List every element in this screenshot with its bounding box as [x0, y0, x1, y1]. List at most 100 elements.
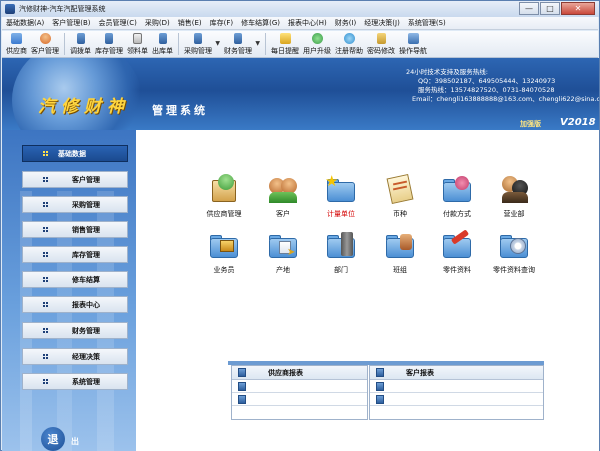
customer-shortcut[interactable]: 客户: [253, 174, 313, 226]
toolbar-outbound-button[interactable]: 出库单: [150, 31, 175, 57]
customer-report-panel: 客户报表: [369, 365, 544, 420]
report-icon: [376, 394, 384, 404]
toolbar-label: 调拨单: [70, 47, 91, 55]
salesman-folder-icon: [208, 230, 240, 260]
toolbar-transfer-button[interactable]: 调拨单: [68, 31, 93, 57]
bullet-icon: [43, 379, 48, 384]
parts-search-disc-icon: [498, 230, 530, 260]
origin-shortcut[interactable]: ➤ 产地: [253, 230, 313, 282]
parts-data-query-shortcut[interactable]: 零件资料查询: [484, 230, 544, 282]
sidebar-item-label: 基础数据: [58, 149, 86, 158]
close-button[interactable]: ✕: [561, 2, 595, 15]
unit-star-folder-icon: ★: [325, 172, 357, 204]
maximize-button[interactable]: □: [540, 2, 560, 15]
branch-office-shortcut[interactable]: 营业部: [484, 174, 544, 226]
chevron-down-icon[interactable]: ▼: [215, 40, 220, 47]
shortcut-label: 零件资料查询: [493, 266, 535, 274]
toolbar-customer-button[interactable]: 客户管理: [29, 31, 61, 57]
toolbar-inventory-button[interactable]: 库存管理: [93, 31, 125, 57]
toolbar-label: 采购管理: [184, 47, 212, 55]
sidebar-item-finance[interactable]: 财务管理: [22, 322, 128, 339]
sidebar-item-label: 系统管理: [72, 377, 100, 386]
toolbar-finance-button[interactable]: 财务管理 ▼: [222, 31, 260, 57]
sidebar: 基础数据 客户管理 采购管理 销售管理 库存管理 修车结算 报表中心 财务管理: [2, 130, 136, 451]
sidebar-item-basic-data[interactable]: 基础数据: [22, 145, 128, 162]
report-row[interactable]: [232, 393, 367, 406]
toolbar-label: 操作导航: [399, 47, 427, 55]
sidebar-item-purchase[interactable]: 采购管理: [22, 196, 128, 213]
supplier-management-shortcut[interactable]: 供应商管理: [194, 174, 254, 226]
report-row[interactable]: [370, 393, 543, 406]
department-shortcut[interactable]: 部门: [311, 230, 371, 282]
sidebar-item-repair-settlement[interactable]: 修车结算: [22, 271, 128, 288]
shortcut-label: 业务员: [213, 266, 235, 274]
menu-manager-decision[interactable]: 经理决策(J): [360, 18, 404, 28]
customer-icon: [39, 33, 51, 44]
reminder-icon: [279, 33, 291, 44]
inventory-icon: [105, 33, 113, 44]
requisition-icon: [133, 33, 142, 44]
support-qq: QQ：398502187、649505444、13240973: [418, 77, 556, 85]
sidebar-item-label: 财务管理: [72, 326, 100, 335]
report-row[interactable]: [370, 380, 543, 393]
star-icon: ★: [325, 172, 339, 190]
report-icon: [376, 368, 384, 377]
support-contact: 24小时技术支持及服务热线: QQ：398502187、649505444、13…: [406, 68, 599, 104]
toolbar-help-button[interactable]: 注册帮助: [333, 31, 365, 57]
toolbar-label: 密码修改: [367, 47, 395, 55]
currency-shortcut[interactable]: 币种: [370, 173, 430, 226]
support-email: Email：chengli163888888@163.com、chengli62…: [412, 95, 599, 103]
salesman-shortcut[interactable]: 业务员: [194, 230, 254, 282]
sidebar-item-customer[interactable]: 客户管理: [22, 171, 128, 188]
menu-repair-settlement[interactable]: 修车结算(G): [237, 18, 284, 28]
report-icon: [238, 368, 246, 377]
menu-reports[interactable]: 报表中心(H): [284, 18, 331, 28]
chevron-down-icon[interactable]: ▼: [255, 40, 260, 47]
password-icon: [376, 33, 386, 44]
shortcut-label: 班组: [393, 266, 407, 274]
toolbar-navigation-button[interactable]: 操作导航: [397, 31, 429, 57]
report-icon: [238, 381, 246, 391]
bullet-icon: [43, 202, 48, 207]
header-banner: 汽修财神 管理系统 24小时技术支持及服务热线: QQ：398502187、64…: [2, 58, 599, 130]
bullet-icon: [43, 252, 48, 257]
menu-purchase[interactable]: 采购(D): [141, 18, 174, 28]
report-row[interactable]: [232, 380, 367, 393]
payment-method-shortcut[interactable]: 付款方式: [427, 174, 487, 226]
report-header[interactable]: 供应商报表: [232, 366, 367, 380]
sidebar-item-inventory[interactable]: 库存管理: [22, 246, 128, 263]
menu-sales[interactable]: 销售(E): [174, 18, 206, 28]
menu-basic-data[interactable]: 基础数据(A): [2, 18, 48, 28]
toolbar-separator: [178, 33, 179, 55]
bullet-icon: [43, 177, 48, 182]
toolbar-supplier-button[interactable]: 供应商: [4, 31, 29, 57]
toolbar-reminder-button[interactable]: 每日提醒: [269, 31, 301, 57]
minimize-button[interactable]: —: [519, 2, 539, 15]
exit-button[interactable]: 退: [41, 427, 65, 451]
exit-label[interactable]: 出: [71, 436, 79, 447]
finance-icon: [234, 33, 242, 44]
sidebar-item-manager-decision[interactable]: 经理决策: [22, 348, 128, 365]
menu-inventory[interactable]: 库存(F): [206, 18, 238, 28]
sidebar-item-sales[interactable]: 销售管理: [22, 221, 128, 238]
menu-bar: 基础数据(A) 客户管理(B) 会员管理(C) 采购(D) 销售(E) 库存(F…: [2, 17, 598, 30]
report-icon: [376, 381, 384, 391]
toolbar-requisition-button[interactable]: 领料单: [125, 31, 150, 57]
toolbar-purchase-button[interactable]: 采购管理 ▼: [182, 31, 220, 57]
toolbar-password-button[interactable]: 密码修改: [365, 31, 397, 57]
menu-finance[interactable]: 财务(I): [331, 18, 361, 28]
sidebar-item-reports[interactable]: 报表中心: [22, 296, 128, 313]
measurement-unit-shortcut[interactable]: ★ 计量单位: [311, 172, 371, 226]
toolbar-label: 出库单: [152, 47, 173, 55]
team-shortcut[interactable]: 班组: [370, 230, 430, 282]
brand-name: 汽修财神: [38, 97, 130, 117]
menu-system[interactable]: 系统管理(S): [404, 18, 450, 28]
origin-folder-icon: ➤: [267, 230, 299, 260]
toolbar-label: 客户管理: [31, 47, 59, 55]
sidebar-item-system[interactable]: 系统管理: [22, 373, 128, 390]
menu-member[interactable]: 会员管理(C): [95, 18, 141, 28]
report-header[interactable]: 客户报表: [370, 366, 543, 380]
parts-data-shortcut[interactable]: 零件资料: [427, 229, 487, 282]
menu-customer[interactable]: 客户管理(B): [48, 18, 94, 28]
toolbar-upgrade-button[interactable]: 用户升级: [301, 31, 333, 57]
